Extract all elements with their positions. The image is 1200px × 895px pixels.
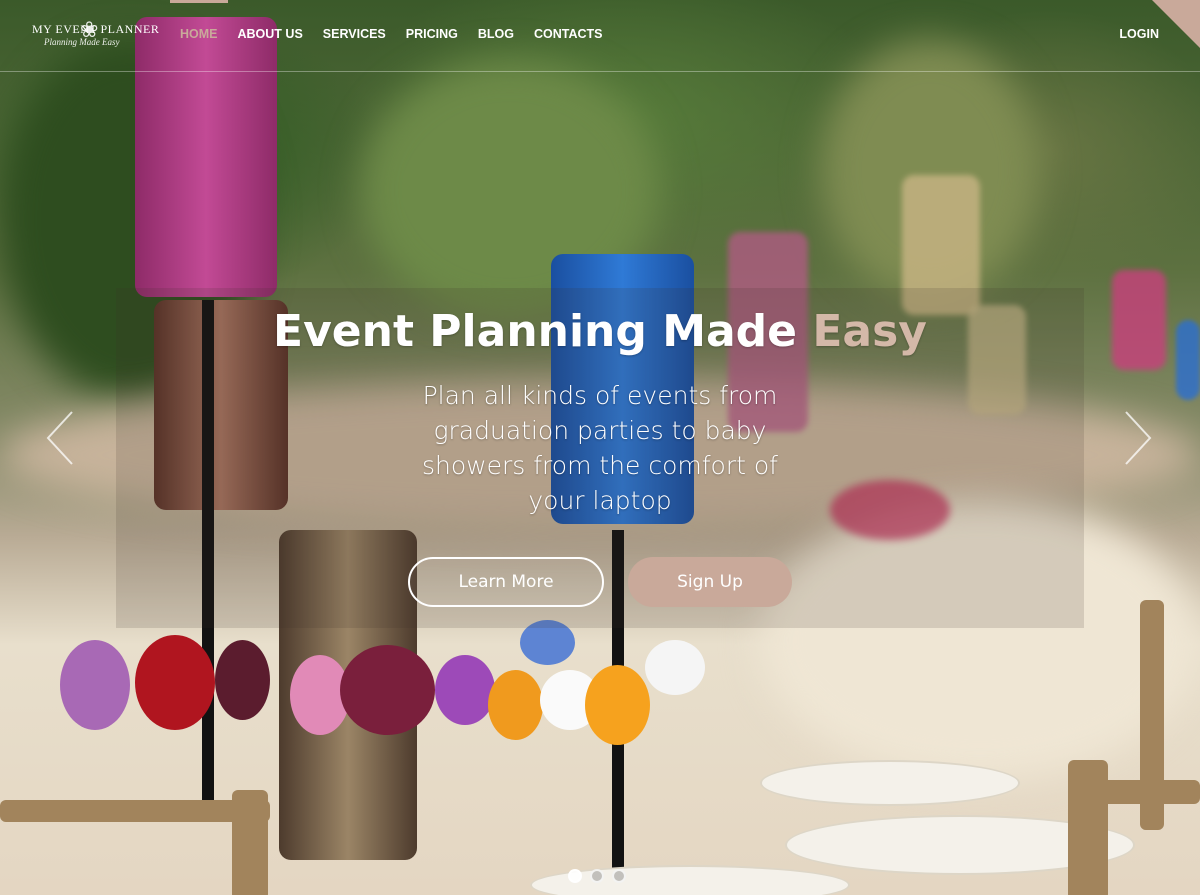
nav-item-about-us[interactable]: ABOUT US	[238, 27, 303, 41]
corner-ribbon[interactable]	[1152, 0, 1200, 48]
nav-item-services[interactable]: SERVICES	[323, 27, 386, 41]
learn-more-button[interactable]: Learn More	[408, 557, 604, 607]
nav-item-contacts[interactable]: CONTACTS	[534, 27, 603, 41]
hero-title-accent: Easy	[812, 306, 927, 357]
nav-item-blog[interactable]: BLOG	[478, 27, 514, 41]
active-nav-indicator	[170, 0, 228, 3]
hero-subtitle: Plan all kinds of events from graduation…	[422, 381, 778, 515]
nav-item-home[interactable]: HOME	[180, 27, 218, 41]
hero-title-main: Event Planning Made	[273, 306, 813, 357]
brand-logo[interactable]: MY EVENT PLANNER Planning Made Easy ❀	[32, 18, 159, 47]
nav-menu: HOME ABOUT US SERVICES PRICING BLOG CONT…	[180, 27, 623, 41]
hero-title: Event Planning Made Easy	[116, 306, 1084, 357]
slider-next-arrow[interactable]	[1122, 410, 1154, 466]
slider-dot[interactable]	[568, 869, 582, 883]
slider-dots	[568, 869, 626, 883]
chevron-left-icon	[46, 411, 73, 465]
brand-tagline: Planning Made Easy	[44, 37, 120, 47]
slider-prev-arrow[interactable]	[44, 410, 76, 466]
slider-dot[interactable]	[590, 869, 604, 883]
chevron-right-icon	[1125, 411, 1152, 465]
nav-item-pricing[interactable]: PRICING	[406, 27, 458, 41]
slider-dot[interactable]	[612, 869, 626, 883]
sign-up-button[interactable]: Sign Up	[628, 557, 792, 607]
lotus-icon: ❀	[80, 18, 99, 43]
top-nav: MY EVENT PLANNER Planning Made Easy ❀ HO…	[0, 0, 1200, 72]
